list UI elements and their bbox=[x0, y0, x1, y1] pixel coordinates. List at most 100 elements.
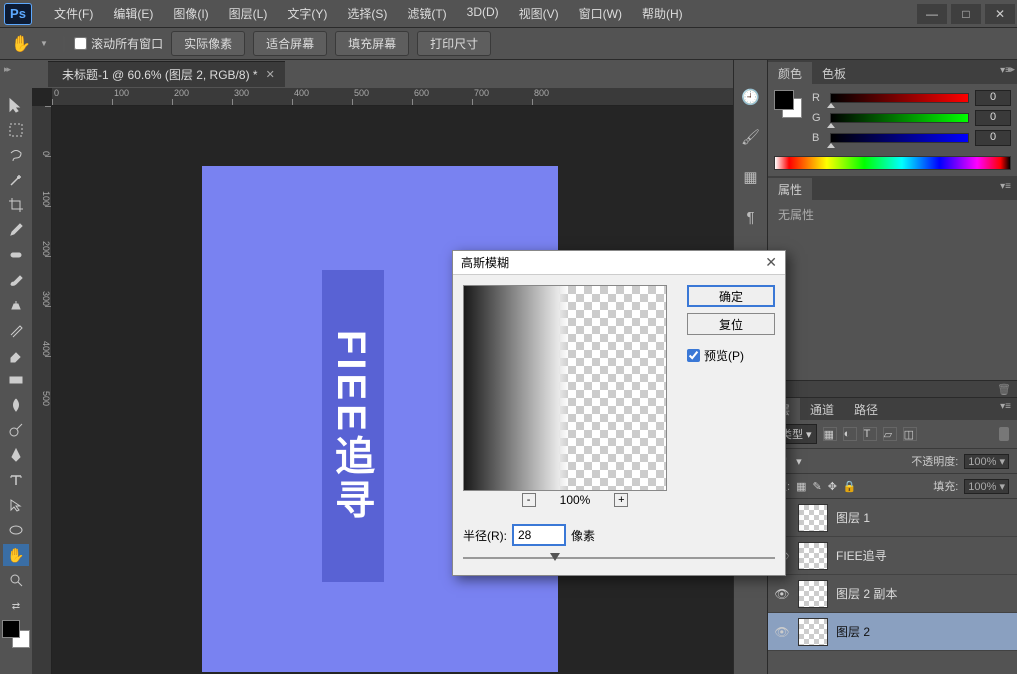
option-button[interactable]: 填充屏幕 bbox=[335, 31, 409, 56]
color-swatch-pair[interactable] bbox=[774, 90, 802, 118]
tool-preset-arrow[interactable]: ▼ bbox=[40, 39, 48, 48]
color-value[interactable]: 0 bbox=[975, 90, 1011, 106]
filter-shape-icon[interactable]: ▱ bbox=[883, 427, 897, 441]
fill-value[interactable]: 100% ▾ bbox=[964, 479, 1009, 494]
option-button[interactable]: 实际像素 bbox=[171, 31, 245, 56]
clone-stamp-tool-icon[interactable] bbox=[3, 294, 29, 316]
radius-slider[interactable] bbox=[463, 551, 775, 565]
tab-paths[interactable]: 路径 bbox=[844, 398, 888, 420]
collapse-panels-icon[interactable]: ▸▸ bbox=[1008, 64, 1013, 75]
color-spectrum[interactable] bbox=[774, 156, 1011, 170]
brush-panel-icon[interactable]: 🖌 bbox=[740, 126, 762, 148]
color-chips[interactable] bbox=[2, 620, 30, 648]
menu-item[interactable]: 文字(Y) bbox=[277, 1, 337, 26]
color-value[interactable]: 0 bbox=[975, 110, 1011, 126]
lasso-tool-icon[interactable] bbox=[3, 144, 29, 166]
reset-button[interactable]: 复位 bbox=[687, 313, 775, 335]
marquee-tool-icon[interactable] bbox=[3, 119, 29, 141]
crop-tool-icon[interactable] bbox=[3, 194, 29, 216]
option-button[interactable]: 打印尺寸 bbox=[417, 31, 491, 56]
radius-input[interactable] bbox=[513, 525, 565, 545]
magic-wand-tool-icon[interactable] bbox=[3, 169, 29, 191]
collapse-icon[interactable]: ▸▸ bbox=[4, 64, 9, 75]
zoom-out-button[interactable]: - bbox=[522, 493, 536, 507]
panel-menu-icon[interactable]: ▾≡ bbox=[994, 62, 1017, 84]
eyedropper-tool-icon[interactable] bbox=[3, 219, 29, 241]
color-slider[interactable] bbox=[830, 133, 969, 143]
tab-swatches[interactable]: 色板 bbox=[812, 62, 856, 84]
tab-color[interactable]: 颜色 bbox=[768, 62, 812, 84]
tab-properties[interactable]: 属性 bbox=[768, 178, 812, 200]
color-slider[interactable] bbox=[830, 93, 969, 103]
menu-item[interactable]: 选择(S) bbox=[337, 1, 397, 26]
eraser-tool-icon[interactable] bbox=[3, 344, 29, 366]
layer-thumbnail[interactable] bbox=[798, 542, 828, 570]
menu-item[interactable]: 滤镜(T) bbox=[397, 1, 456, 26]
lock-pos-icon[interactable]: ✥ bbox=[828, 480, 837, 493]
path-selection-tool-icon[interactable] bbox=[3, 494, 29, 516]
menu-item[interactable]: 窗口(W) bbox=[569, 1, 632, 26]
close-tab-icon[interactable]: ✕ bbox=[266, 68, 275, 81]
layer-thumbnail[interactable] bbox=[798, 580, 828, 608]
shape-tool-icon[interactable] bbox=[3, 519, 29, 541]
dodge-tool-icon[interactable] bbox=[3, 419, 29, 441]
healing-brush-tool-icon[interactable] bbox=[3, 244, 29, 266]
filter-adjust-icon[interactable]: ◐ bbox=[843, 427, 857, 441]
panel-menu-icon[interactable]: ▾≡ bbox=[994, 398, 1017, 420]
option-button[interactable]: 适合屏幕 bbox=[253, 31, 327, 56]
blur-preview[interactable] bbox=[463, 285, 667, 491]
type-tool-icon[interactable] bbox=[3, 469, 29, 491]
menu-item[interactable]: 编辑(E) bbox=[103, 1, 163, 26]
filter-toggle[interactable] bbox=[999, 427, 1009, 441]
paragraph-panel-icon[interactable]: ¶ bbox=[740, 206, 762, 228]
switch-colors-icon[interactable]: ⇄ bbox=[3, 601, 29, 611]
lock-all-icon[interactable]: 🔒 bbox=[843, 480, 857, 493]
hand-tool-icon[interactable]: ✋ bbox=[3, 544, 29, 566]
menu-item[interactable]: 帮助(H) bbox=[632, 1, 693, 26]
move-tool-icon[interactable] bbox=[3, 94, 29, 116]
zoom-in-button[interactable]: + bbox=[614, 493, 628, 507]
minimize-button[interactable]: ― bbox=[917, 4, 947, 24]
history-brush-tool-icon[interactable] bbox=[3, 319, 29, 341]
menu-item[interactable]: 图像(I) bbox=[163, 1, 218, 26]
brush-tool-icon[interactable] bbox=[3, 269, 29, 291]
ok-button[interactable]: 确定 bbox=[687, 285, 775, 307]
dialog-close-icon[interactable]: ✕ bbox=[765, 254, 777, 271]
filter-pixel-icon[interactable]: ▦ bbox=[823, 427, 837, 441]
menu-item[interactable]: 视图(V) bbox=[509, 1, 569, 26]
pen-tool-icon[interactable] bbox=[3, 444, 29, 466]
zoom-tool-icon[interactable] bbox=[3, 569, 29, 591]
close-window-button[interactable]: ✕ bbox=[985, 4, 1015, 24]
menu-item[interactable]: 图层(L) bbox=[219, 1, 278, 26]
trash-icon[interactable]: 🗑 bbox=[997, 383, 1011, 396]
blur-tool-icon[interactable] bbox=[3, 394, 29, 416]
history-panel-icon[interactable]: 🕘 bbox=[740, 86, 762, 108]
lock-trans-icon[interactable]: ▦ bbox=[796, 480, 806, 493]
document-tab[interactable]: 未标题-1 @ 60.6% (图层 2, RGB/8) * ✕ bbox=[48, 61, 285, 87]
layer-thumbnail[interactable] bbox=[798, 504, 828, 532]
menu-item[interactable]: 3D(D) bbox=[457, 1, 509, 26]
visibility-toggle-icon[interactable]: 👁 bbox=[774, 625, 790, 639]
lock-pixel-icon[interactable]: ✎ bbox=[812, 480, 821, 493]
filter-smart-icon[interactable]: ◫ bbox=[903, 427, 917, 441]
color-slider[interactable] bbox=[830, 113, 969, 123]
filter-type-icon[interactable]: T bbox=[863, 427, 877, 441]
menu-item[interactable]: 文件(F) bbox=[44, 1, 103, 26]
layer-row[interactable]: 👁FIEE追寻 bbox=[768, 537, 1017, 575]
gradient-tool-icon[interactable] bbox=[3, 369, 29, 391]
visibility-toggle-icon[interactable]: 👁 bbox=[774, 587, 790, 601]
hand-tool-icon[interactable]: ✋ bbox=[10, 33, 32, 55]
maximize-button[interactable]: □ bbox=[951, 4, 981, 24]
preview-checkbox[interactable]: 预览(P) bbox=[687, 347, 775, 364]
swatches-panel-icon[interactable]: ▦ bbox=[740, 166, 762, 188]
foreground-color-chip[interactable] bbox=[2, 620, 20, 638]
opacity-value[interactable]: 100% ▾ bbox=[964, 454, 1009, 469]
scroll-all-windows-checkbox[interactable]: 滚动所有窗口 bbox=[74, 35, 163, 52]
dialog-titlebar[interactable]: 高斯模糊 ✕ bbox=[453, 251, 785, 275]
layer-row[interactable]: 👁图层 2 副本 bbox=[768, 575, 1017, 613]
color-value[interactable]: 0 bbox=[975, 130, 1011, 146]
layer-thumbnail[interactable] bbox=[798, 618, 828, 646]
layer-row[interactable]: 👁图层 2 bbox=[768, 613, 1017, 651]
tab-channels[interactable]: 通道 bbox=[800, 398, 844, 420]
panel-menu-icon[interactable]: ▾≡ bbox=[994, 178, 1017, 200]
